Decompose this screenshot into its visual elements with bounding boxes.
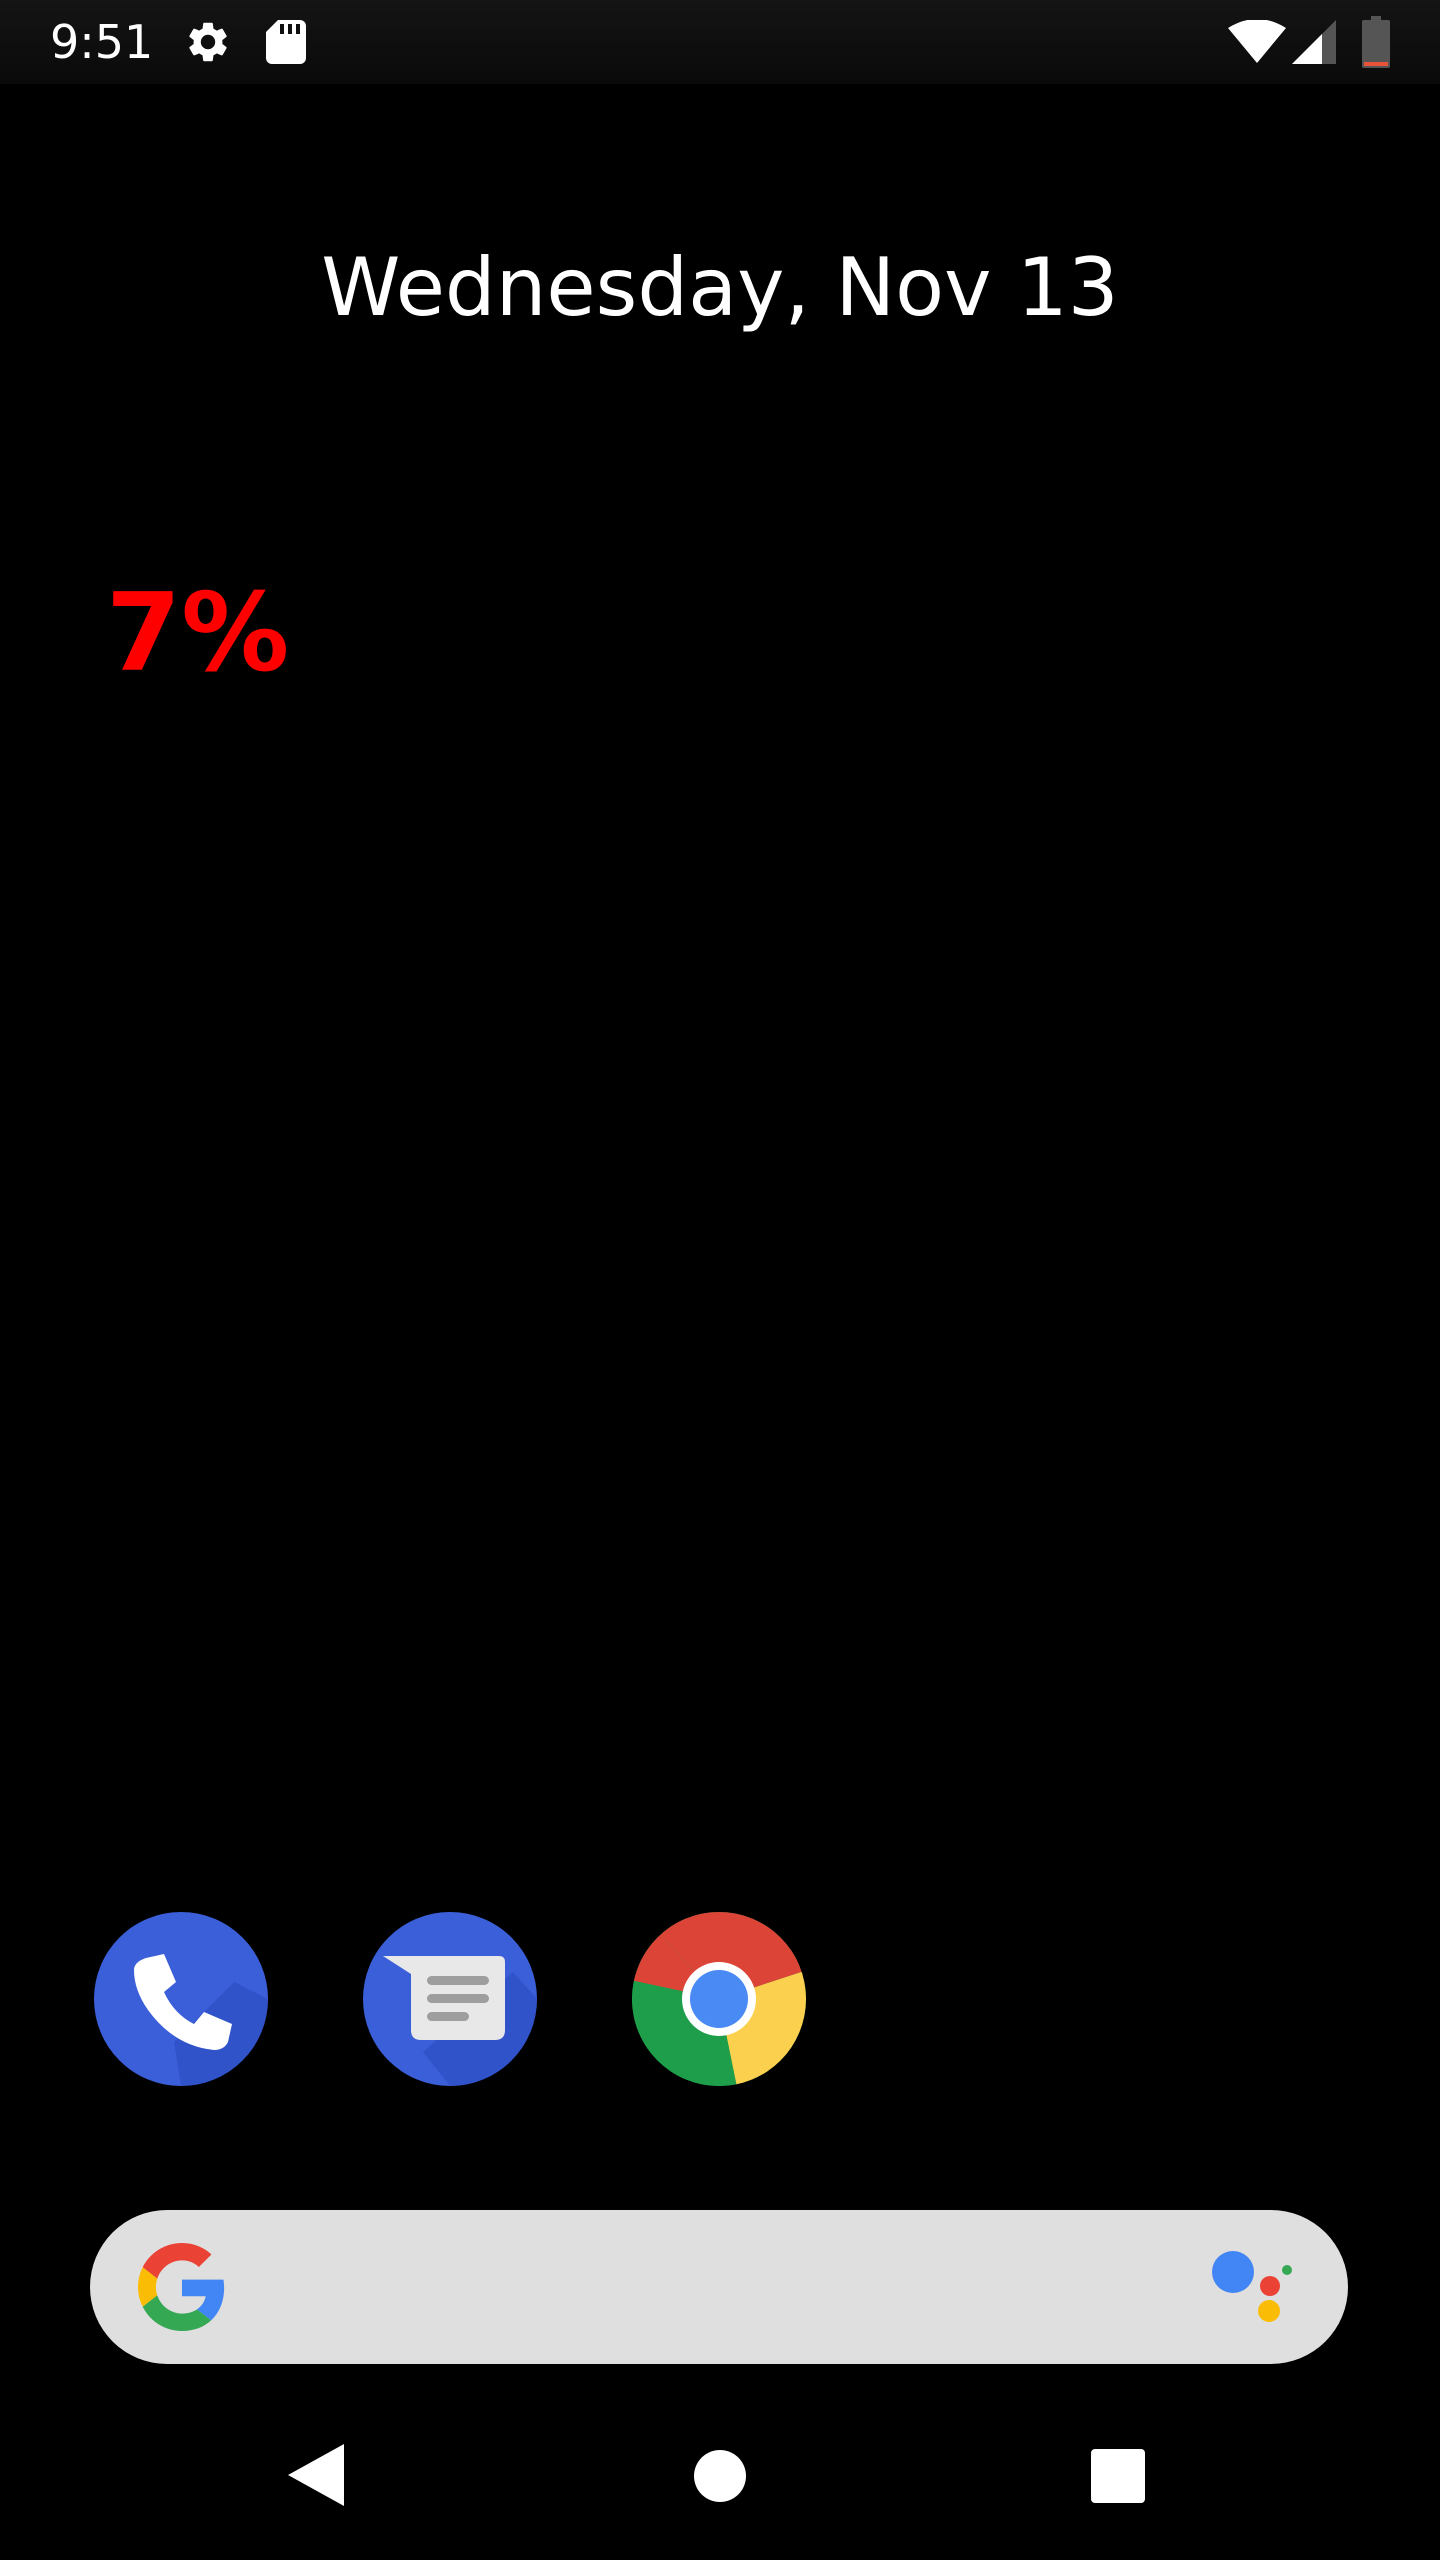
- gear-icon: [184, 18, 232, 71]
- wifi-icon: [1228, 19, 1286, 69]
- percent-widget: 7%: [106, 571, 290, 696]
- battery-icon: [1362, 16, 1390, 73]
- back-icon[interactable]: [288, 2444, 348, 2511]
- status-bar: 9:51: [0, 0, 1440, 84]
- status-time: 9:51: [50, 15, 154, 69]
- recents-icon[interactable]: [1091, 2449, 1145, 2508]
- date-widget[interactable]: Wednesday, Nov 13: [0, 240, 1440, 336]
- home-icon[interactable]: [694, 2450, 746, 2507]
- google-search-bar[interactable]: [90, 2210, 1348, 2364]
- sd-card-icon: [264, 18, 308, 71]
- google-assistant-icon[interactable]: [1212, 2248, 1296, 2329]
- chrome-app-icon[interactable]: [632, 1912, 806, 2086]
- messages-icon: [363, 1912, 537, 2086]
- phone-app-icon[interactable]: [94, 1912, 268, 2086]
- chrome-icon: [632, 1912, 806, 2086]
- phone-icon: [94, 1912, 268, 2086]
- messages-app-icon[interactable]: [363, 1912, 537, 2086]
- google-g-icon[interactable]: [138, 2243, 226, 2336]
- cell-signal-icon: [1292, 20, 1336, 69]
